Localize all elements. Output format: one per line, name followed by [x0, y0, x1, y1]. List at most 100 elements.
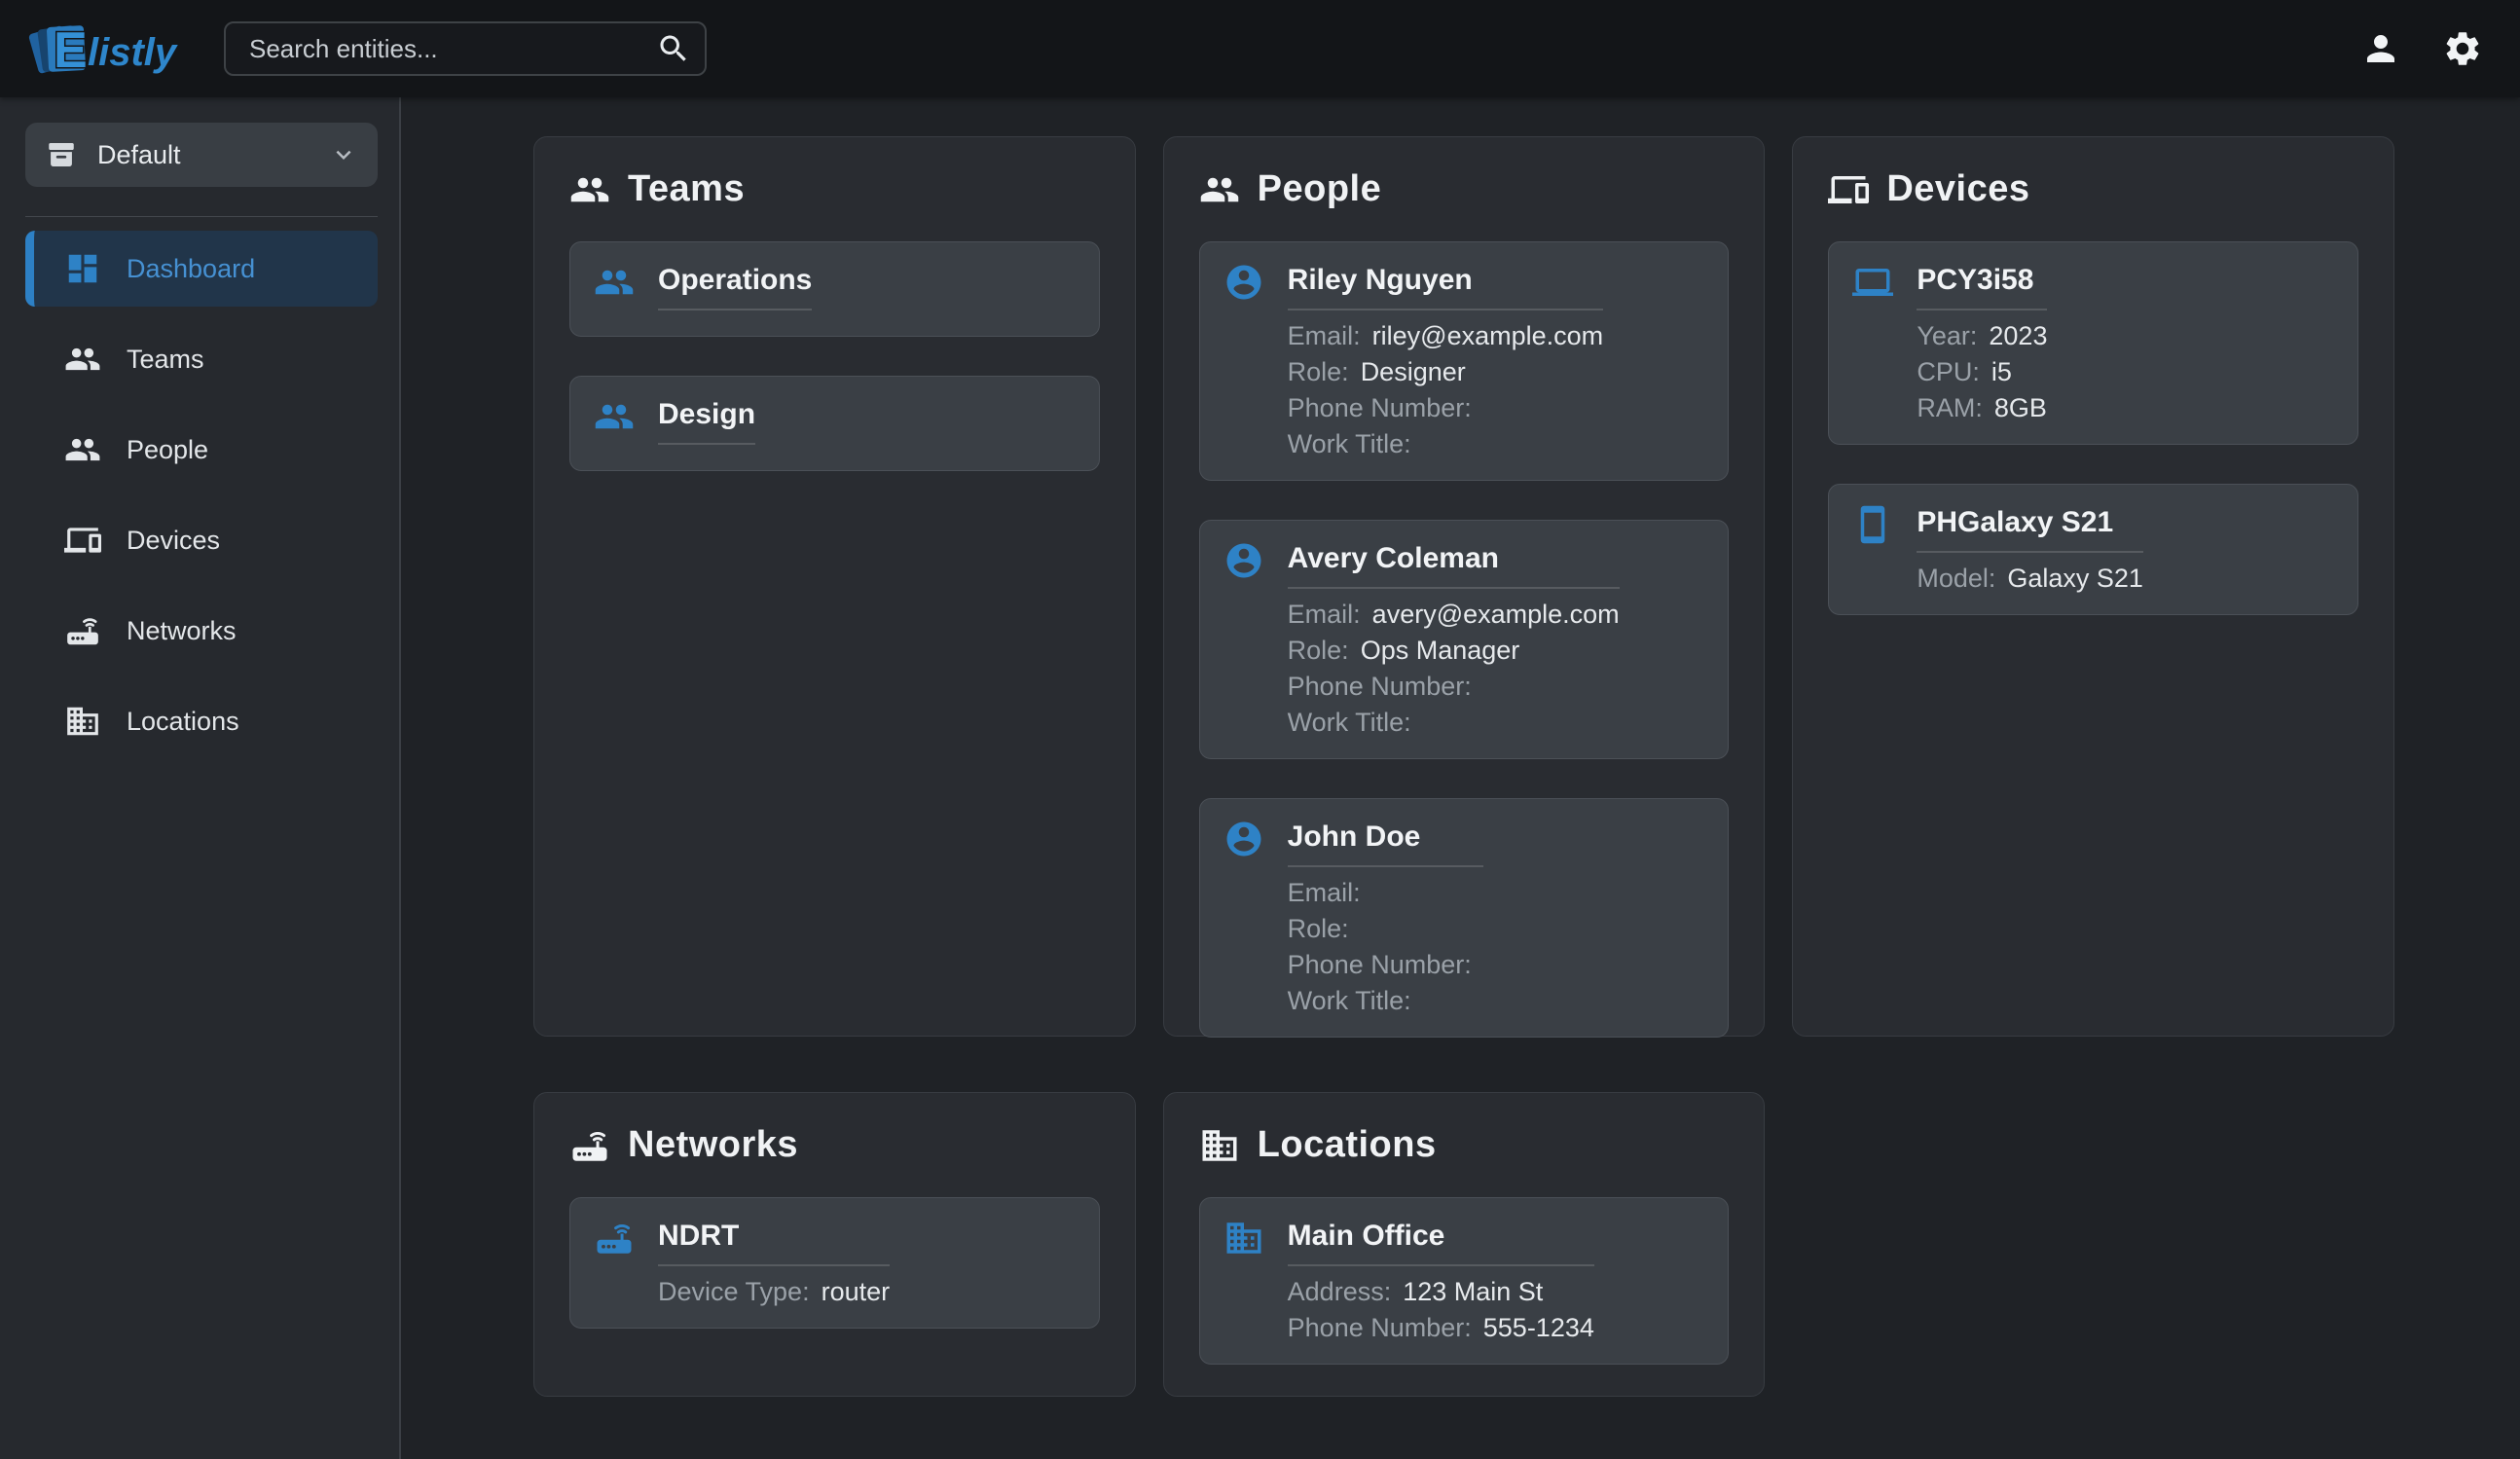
field-work-title: Work Title:	[1288, 983, 1483, 1019]
building-icon	[64, 703, 101, 740]
field-label: Email:	[1288, 600, 1361, 629]
field-label: Phone Number:	[1288, 393, 1472, 422]
card-title: Networks	[628, 1124, 798, 1166]
field-value: avery@example.com	[1372, 600, 1620, 629]
person-circle-icon	[1223, 540, 1264, 581]
entity-name: Avery Coleman	[1288, 536, 1620, 575]
sidebar-item-label: People	[127, 435, 208, 465]
gear-icon	[2442, 28, 2483, 69]
entity-name: Design	[658, 392, 755, 431]
devices-icon	[1828, 169, 1869, 210]
entity-body: Main Office Address:123 Main St Phone Nu…	[1288, 1214, 1594, 1346]
entity-divider	[1917, 309, 2047, 310]
card-title: People	[1258, 168, 1382, 210]
topbar-actions	[2360, 28, 2483, 69]
search-button[interactable]	[656, 31, 691, 66]
sidebar: Default Dashboard Teams People Devices N…	[0, 97, 401, 1459]
settings-button[interactable]	[2442, 28, 2483, 69]
workspace-label: Default	[97, 140, 181, 170]
card-title: Locations	[1258, 1124, 1437, 1166]
smartphone-icon	[1852, 504, 1893, 545]
workspace-selector[interactable]: Default	[25, 123, 378, 187]
field-label: Role:	[1288, 636, 1349, 665]
sidebar-item-label: Locations	[127, 707, 239, 737]
entity-divider	[1288, 1264, 1594, 1266]
entity-name: John Doe	[1288, 815, 1483, 854]
field-label: Work Title:	[1288, 708, 1411, 737]
archive-box-icon	[45, 138, 78, 171]
router-icon	[64, 612, 101, 649]
entity-body: PCY3i58 Year:2023 CPU:i5 RAM:8GB	[1917, 258, 2047, 426]
app-logo[interactable]: E listly	[27, 18, 183, 79]
sidebar-item-label: Networks	[127, 616, 237, 646]
field-label: Work Title:	[1288, 429, 1411, 458]
group-icon	[594, 262, 635, 303]
team-item-operations[interactable]: Operations	[569, 241, 1100, 337]
field-label: CPU:	[1917, 357, 1980, 386]
device-item-pcy3i58[interactable]: PCY3i58 Year:2023 CPU:i5 RAM:8GB	[1828, 241, 2358, 445]
sidebar-item-locations[interactable]: Locations	[25, 683, 378, 759]
field-label: Device Type:	[658, 1277, 810, 1306]
building-icon	[1199, 1125, 1240, 1166]
location-item-main-office[interactable]: Main Office Address:123 Main St Phone Nu…	[1199, 1197, 1730, 1365]
profile-button[interactable]	[2360, 28, 2401, 69]
card-grid: Teams Operations Design	[533, 136, 2394, 1397]
entity-divider	[1288, 587, 1620, 589]
entity-body: NDRT Device Type:router	[658, 1214, 890, 1310]
locations-card-header: Locations	[1199, 1124, 1730, 1166]
topbar: E listly	[0, 0, 2520, 97]
search-input[interactable]	[224, 21, 707, 76]
group-icon	[569, 169, 610, 210]
entity-name: Operations	[658, 258, 812, 297]
field-email: Email: avery@example.com	[1288, 597, 1620, 633]
sidebar-item-teams[interactable]: Teams	[25, 321, 378, 397]
group-icon	[64, 431, 101, 468]
person-item-john-doe[interactable]: John Doe Email: Role: Phone Number: Work…	[1199, 798, 1730, 1038]
router-icon	[569, 1125, 610, 1166]
field-value: 8GB	[1994, 393, 2047, 422]
person-item-avery-coleman[interactable]: Avery Coleman Email: avery@example.com Ro…	[1199, 520, 1730, 759]
team-item-design[interactable]: Design	[569, 376, 1100, 471]
device-item-phgalaxy-s21[interactable]: PHGalaxy S21 Model:Galaxy S21	[1828, 484, 2358, 615]
sidebar-item-people[interactable]: People	[25, 412, 378, 488]
teams-card: Teams Operations Design	[533, 136, 1136, 1037]
entity-divider	[658, 1264, 890, 1266]
devices-card: Devices PCY3i58 Year:2023 CPU:i5 RAM:8GB	[1792, 136, 2394, 1037]
field-label: Role:	[1288, 357, 1349, 386]
sidebar-item-dashboard[interactable]: Dashboard	[25, 231, 378, 307]
devices-card-header: Devices	[1828, 168, 2358, 210]
entity-body: Operations	[658, 258, 812, 318]
person-item-riley-nguyen[interactable]: Riley Nguyen Email:riley@example.com Rol…	[1199, 241, 1730, 481]
main-content: Teams Operations Design	[401, 97, 2520, 1459]
networks-card-header: Networks	[569, 1124, 1100, 1166]
group-icon	[594, 396, 635, 437]
entity-body: Design	[658, 392, 755, 453]
entity-name: NDRT	[658, 1214, 890, 1253]
field-label: Address:	[1288, 1277, 1392, 1306]
chevron-down-icon	[329, 140, 358, 169]
field-value: Ops Manager	[1361, 636, 1520, 665]
person-icon	[2360, 28, 2401, 69]
field-email: Email:	[1288, 875, 1483, 911]
card-title: Devices	[1886, 168, 2029, 210]
people-card: People Riley Nguyen Email:riley@example.…	[1163, 136, 1766, 1037]
card-title: Teams	[628, 168, 745, 210]
field-label: Phone Number:	[1288, 950, 1472, 979]
group-icon	[1199, 169, 1240, 210]
network-item-ndrt[interactable]: NDRT Device Type:router	[569, 1197, 1100, 1329]
field-phone-number: Phone Number:555-1234	[1288, 1310, 1594, 1346]
field-year: Year:2023	[1917, 318, 2047, 354]
entity-divider	[658, 443, 755, 445]
entity-body: Avery Coleman Email: avery@example.com Ro…	[1288, 536, 1620, 741]
entity-divider	[658, 309, 812, 310]
entity-name: PHGalaxy S21	[1917, 500, 2143, 539]
entity-body: Riley Nguyen Email:riley@example.com Rol…	[1288, 258, 1604, 462]
sidebar-item-networks[interactable]: Networks	[25, 593, 378, 669]
sidebar-item-devices[interactable]: Devices	[25, 502, 378, 578]
search-bar	[224, 21, 707, 76]
field-value: Designer	[1361, 357, 1466, 386]
field-label: Year:	[1917, 321, 1977, 350]
field-ram: RAM:8GB	[1917, 390, 2047, 426]
building-icon	[1223, 1218, 1264, 1258]
group-icon	[64, 341, 101, 378]
